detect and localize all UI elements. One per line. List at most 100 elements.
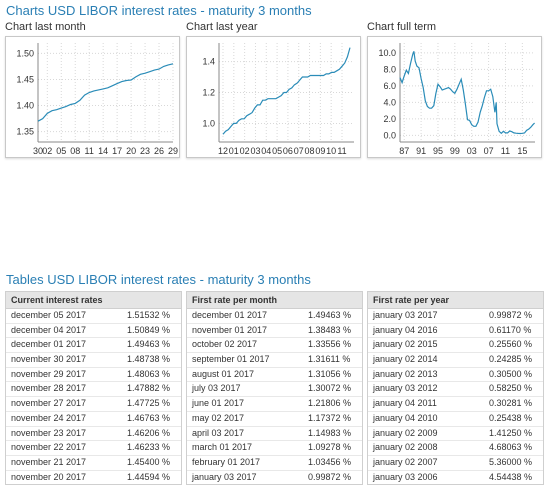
chart-last-month[interactable]: 1.35 1.40 1.45 1.50 30 02 05 08 11 14 17 20 23 26 29 [5, 36, 180, 158]
row-value: 1.33556 % [308, 339, 352, 350]
row-date: january 03 2017 [192, 471, 257, 482]
row-value: 0.30500 % [489, 368, 533, 379]
chart-card-last-month: Chart last month 1.35 1.40 1.45 1.50 30 02 05 0… [5, 21, 180, 158]
table-row: december 05 2017 1.51532 % [6, 309, 181, 324]
row-date: january 04 2011 [373, 398, 437, 409]
table-header: First rate per month [187, 292, 362, 309]
row-value: 1.38483 % [308, 324, 352, 335]
row-date: august 01 2017 [192, 368, 255, 379]
table-row: november 22 2017 1.46233 % [6, 441, 181, 456]
x-tick-label: 11 [85, 146, 94, 156]
row-value: 1.51532 % [127, 310, 171, 320]
row-value: 1.48063 % [127, 368, 171, 379]
chart-full-term[interactable]: 0.0 2.0 4.0 6.0 8.0 10.0 87 91 95 99 03 07 11 15 [367, 36, 542, 158]
table-row: january 03 2017 0.99872 % [187, 471, 362, 485]
row-value: 1.47882 % [127, 383, 171, 394]
table-row: november 30 2017 1.48738 % [6, 353, 181, 368]
y-tick-label: 1.40 [16, 101, 34, 111]
table-row: april 03 2017 1.14983 % [187, 427, 362, 442]
row-value: 0.99872 % [489, 310, 533, 320]
y-tick-label: 1.45 [16, 74, 34, 84]
chart-svg: 0.0 2.0 4.0 6.0 8.0 10.0 87 91 95 99 03 07 11 15 [378, 43, 536, 156]
row-date: november 01 2017 [192, 324, 268, 335]
row-date: january 02 2008 [373, 442, 438, 453]
row-date: november 20 2017 [11, 471, 87, 482]
x-tick-label: 11 [337, 146, 346, 156]
x-tick-label: 02 [240, 146, 250, 156]
row-date: january 04 2016 [373, 324, 438, 335]
row-value: 1.17372 % [308, 412, 352, 423]
table-row: january 03 2012 0.58250 % [368, 382, 543, 398]
chart-title: Chart full term [367, 21, 437, 33]
table-header: First rate per year [368, 292, 543, 309]
y-tick-label: 1.50 [16, 48, 34, 58]
table-row: november 01 2017 1.38483 % [187, 324, 362, 339]
row-value: 1.31056 % [308, 368, 352, 379]
chart-title: Chart last year [186, 21, 258, 33]
row-date: january 02 2007 [373, 456, 438, 467]
table-current-interest-rates: Current interest rates december 05 2017 1… [5, 291, 182, 485]
y-tick-label: 1.0 [202, 118, 215, 128]
chart-svg: 1.351.401.451.5030 02 05 08 11 14 17 20 23 26 29 [16, 43, 178, 156]
table-row: august 01 2017 1.31056 % [187, 368, 362, 383]
x-tick-label: 09 [315, 146, 325, 156]
x-tick-label: 06 [283, 146, 293, 156]
table-first-rate-per-month: First rate per month december 01 2017 1.4… [186, 291, 363, 485]
table-row: january 02 2009 1.41250 % [368, 427, 543, 442]
row-date: january 02 2009 [373, 427, 438, 438]
row-value: 5.36000 % [489, 456, 533, 467]
table-row: november 27 2017 1.47725 % [6, 397, 181, 412]
x-tick-label: 95 [433, 146, 443, 156]
row-date: november 30 2017 [11, 354, 87, 365]
x-tick-label: 87 [399, 146, 409, 156]
x-tick-label: 23 [140, 146, 150, 156]
y-tick-label: 6.0 [383, 81, 396, 91]
table-row: june 01 2017 1.21806 % [187, 397, 362, 412]
row-value: 1.03456 % [308, 456, 352, 467]
table-row: july 03 2017 1.30072 % [187, 382, 362, 398]
row-date: october 02 2017 [192, 339, 258, 350]
x-tick-label: 03 [250, 146, 260, 156]
row-date: january 04 2010 [373, 412, 438, 423]
table-row: september 01 2017 1.31611 % [187, 353, 362, 368]
table-row: january 04 2010 0.25438 % [368, 412, 543, 427]
row-value: 4.54438 % [489, 471, 533, 482]
row-value: 1.45400 % [127, 456, 171, 467]
chart-last-year[interactable]: 1.0 1.2 1.4 12 01 02 03 04 05 06 07 08 09 10 11 [186, 36, 361, 158]
row-date: january 02 2015 [373, 339, 438, 350]
row-date: march 01 2017 [192, 442, 253, 453]
x-tick-label: 91 [416, 146, 426, 156]
row-value: 1.21806 % [308, 398, 352, 409]
row-value: 1.31611 % [308, 354, 351, 365]
row-value: 1.46206 % [127, 427, 171, 438]
row-value: 1.41250 % [489, 427, 533, 438]
x-tick-label: 10 [326, 146, 336, 156]
row-value: 0.61170 % [489, 324, 532, 335]
x-tick-label: 07 [294, 146, 304, 156]
table-row: november 23 2017 1.46206 % [6, 427, 181, 442]
row-value: 1.48738 % [127, 354, 171, 365]
row-date: january 03 2006 [373, 471, 438, 482]
table-row: may 02 2017 1.17372 % [187, 412, 362, 427]
charts-section-title: Charts USD LIBOR interest rates - maturi… [6, 3, 312, 18]
row-value: 0.30281 % [489, 398, 533, 409]
row-value: 1.46763 % [127, 412, 171, 423]
table-first-rate-per-year: First rate per year january 03 2017 0.998… [367, 291, 544, 485]
series-line [399, 51, 536, 135]
tables-section-title: Tables USD LIBOR interest rates - maturi… [6, 272, 311, 287]
x-tick-label: 07 [484, 146, 494, 156]
row-date: november 23 2017 [11, 427, 87, 438]
table-row: december 04 2017 1.50849 % [6, 324, 181, 339]
x-tick-label: 11 [501, 146, 510, 156]
row-date: december 05 2017 [11, 310, 87, 320]
table-row: november 21 2017 1.45400 % [6, 456, 181, 471]
table-row: january 04 2011 0.30281 % [368, 397, 543, 412]
y-tick-label: 1.2 [202, 88, 215, 98]
x-tick-label: 08 [70, 146, 80, 156]
x-tick-label: 05 [56, 146, 66, 156]
y-tick-label: 1.35 [16, 127, 34, 137]
table-row: january 03 2006 4.54438 % [368, 471, 543, 485]
y-tick-label: 4.0 [383, 97, 396, 107]
row-date: november 21 2017 [11, 456, 87, 467]
row-value: 1.30072 % [308, 383, 352, 394]
